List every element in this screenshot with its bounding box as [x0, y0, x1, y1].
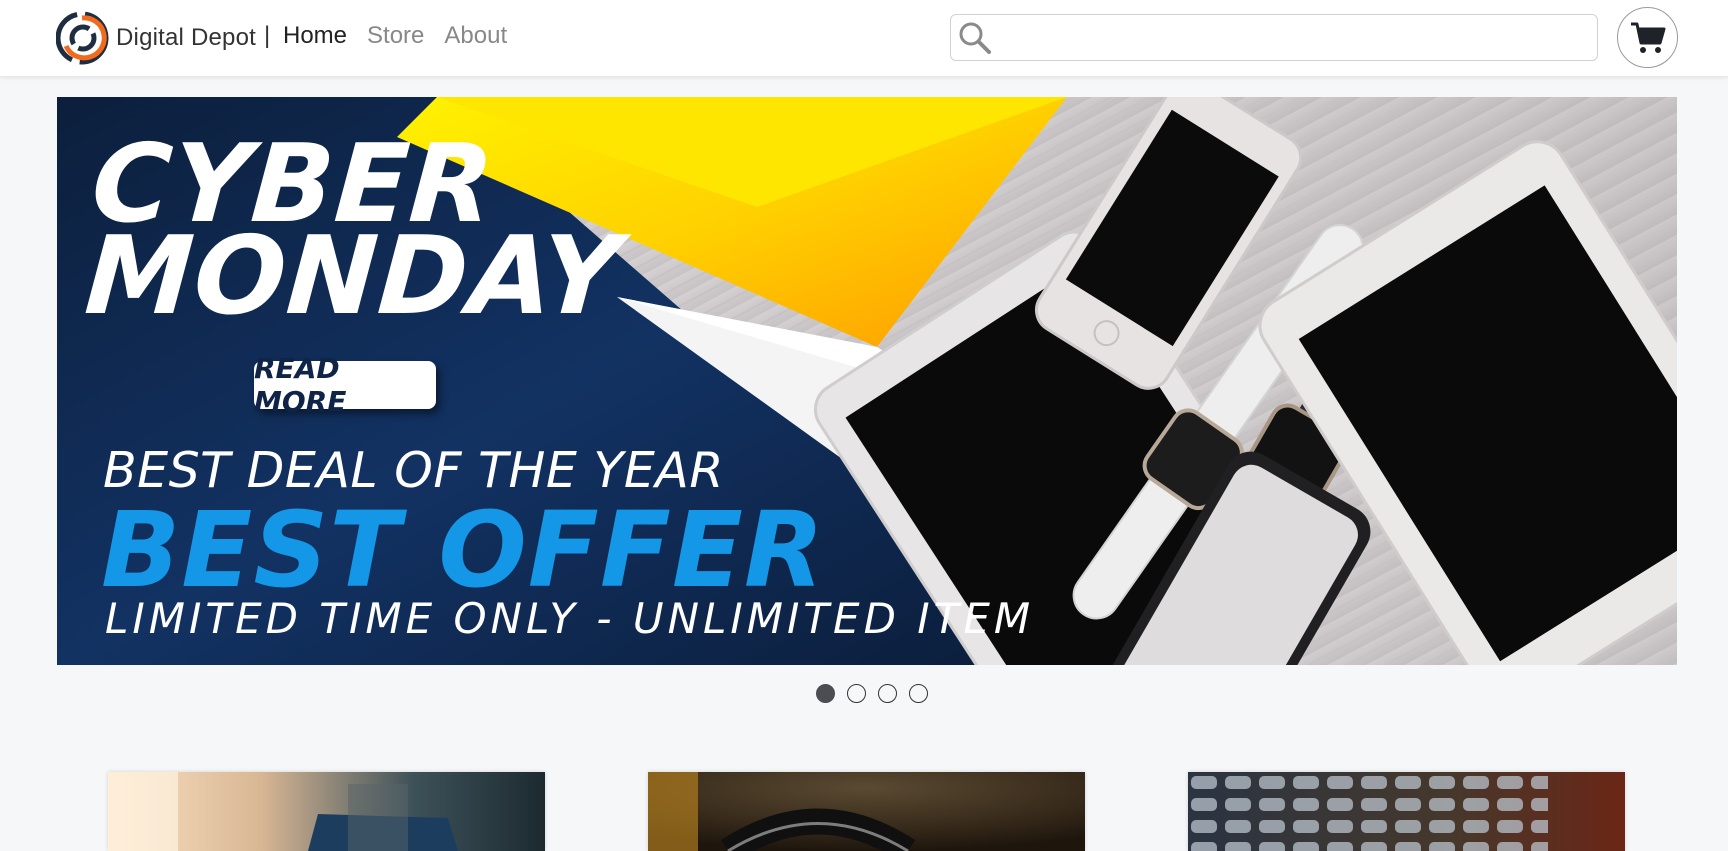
search-box — [950, 14, 1598, 61]
top-navbar: Digital Depot | Home Store About — [0, 0, 1728, 77]
cart-button[interactable] — [1617, 7, 1678, 68]
search-icon[interactable] — [957, 20, 993, 56]
headphones-photo — [648, 772, 1085, 851]
nav-link-store[interactable]: Store — [367, 22, 424, 50]
brand-home-link[interactable]: Digital Depot — [56, 8, 256, 68]
shopping-cart-icon — [1630, 22, 1665, 53]
hero-title-line2: MONDAY — [81, 214, 625, 339]
laptop-photo — [108, 772, 545, 851]
read-more-button[interactable]: READ MORE — [254, 352, 436, 418]
hero-title: CYBER MONDAY — [81, 122, 631, 339]
product-card-laptop[interactable] — [108, 772, 545, 851]
carousel-indicators — [816, 684, 928, 703]
main-nav: Home Store About — [283, 22, 507, 50]
product-card-headphones[interactable] — [648, 772, 1085, 851]
carousel-dot[interactable] — [878, 684, 897, 703]
hero-banner[interactable]: CYBER MONDAY READ MORE BEST DEAL OF THE … — [57, 97, 1677, 665]
nav-link-home[interactable]: Home — [283, 22, 347, 50]
brand-name: Digital Depot — [116, 24, 257, 51]
nav-separator: | — [264, 22, 271, 49]
hero-offer-text: BEST OFFER — [101, 489, 825, 611]
nav-link-about[interactable]: About — [444, 22, 507, 50]
carousel-dot[interactable] — [816, 684, 835, 703]
product-card-keyboard[interactable] — [1188, 772, 1625, 851]
search-input[interactable] — [997, 15, 1591, 60]
hero-limited-text: LIMITED TIME ONLY - UNLIMITED ITEM — [105, 594, 1035, 643]
carousel-dot[interactable] — [909, 684, 928, 703]
ring-logo-icon — [56, 11, 109, 65]
carousel-dot[interactable] — [847, 684, 866, 703]
keyboard-photo — [1188, 772, 1625, 851]
